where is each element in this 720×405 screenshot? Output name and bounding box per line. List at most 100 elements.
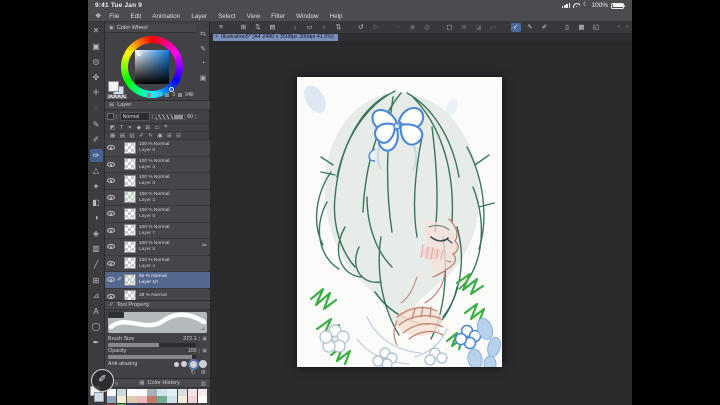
clip-to-layer-icon[interactable]: ◩ xyxy=(110,125,115,131)
swatch[interactable] xyxy=(147,396,157,404)
layer-thumbnail[interactable] xyxy=(124,290,136,300)
swatch[interactable] xyxy=(137,396,147,404)
ruler-tool-icon[interactable]: ⊿ xyxy=(90,289,103,302)
color-wheel-header[interactable]: ◉ Color Wheel xyxy=(105,24,196,33)
layer-row[interactable]: ✐ 60 % Normal Layer 10 xyxy=(105,272,210,289)
swatch[interactable] xyxy=(117,389,127,396)
delete-layer-icon[interactable]: ⊟ xyxy=(176,133,181,139)
lock-transparent-icon[interactable]: ◆ xyxy=(137,125,141,131)
layer-opacity-stepper[interactable]: ▴ ▾ xyxy=(195,114,197,119)
zoom-tool-icon[interactable]: ◎ xyxy=(90,55,103,68)
layer-opacity-slider[interactable] xyxy=(155,113,186,120)
layer-visibility-eye-icon[interactable] xyxy=(107,260,115,266)
layer-row[interactable]: 100 % Normal Layer 3 xyxy=(105,156,210,173)
blend-mode-select[interactable]: Normal xyxy=(119,112,150,121)
layer-row[interactable]: 100 % Normal Layer 9 xyxy=(105,173,210,190)
reference-icon[interactable]: ▣ xyxy=(200,74,207,82)
pencil-tool-icon[interactable]: ✐ xyxy=(90,133,103,146)
menu-layer[interactable]: Layer xyxy=(191,13,207,20)
workspace-icon[interactable]: ◱ xyxy=(591,23,601,32)
canvas-area[interactable] xyxy=(210,41,632,405)
swatch[interactable] xyxy=(127,396,137,404)
swatch[interactable] xyxy=(157,389,167,396)
aa-none-button[interactable] xyxy=(173,361,179,367)
blend-mode-stepper[interactable]: ▴ ▾ xyxy=(152,114,154,119)
text-tool-icon[interactable]: A xyxy=(90,305,103,318)
main-menu-icon[interactable]: ≡ xyxy=(216,23,226,32)
brush-stroke-preview[interactable]: ⊿ xyxy=(108,312,207,333)
layer-thumbnail[interactable] xyxy=(124,224,136,237)
eyedropper-tool-icon[interactable]: ✒ xyxy=(90,336,103,349)
swatch[interactable] xyxy=(187,389,198,396)
swatch[interactable] xyxy=(127,389,137,396)
swatch[interactable] xyxy=(197,389,208,396)
pen-pressure-icon[interactable]: ✎ xyxy=(200,45,206,53)
layer-visibility-eye-icon[interactable] xyxy=(107,211,115,217)
new-folder-icon[interactable]: ▤ xyxy=(120,133,125,139)
menu-edit[interactable]: Edit xyxy=(130,13,141,20)
menu-window[interactable]: Window xyxy=(296,13,318,20)
layer-thumbnail[interactable] xyxy=(124,141,136,154)
layer-panel-header[interactable]: ▤ Layer xyxy=(105,101,210,110)
swatch[interactable] xyxy=(177,396,187,404)
tool-settings-wrench-icon[interactable]: ⚙ xyxy=(201,369,206,376)
opacity-dynamics-icon[interactable]: ▣ xyxy=(202,348,207,354)
frame-tool-icon[interactable]: ⊞ xyxy=(90,274,103,287)
swatch[interactable] xyxy=(177,389,187,396)
menu-select[interactable]: Select xyxy=(218,13,236,20)
brush-size-stepper[interactable]: ▴ ▾ xyxy=(199,336,201,341)
reset-tool-icon[interactable]: ↻ xyxy=(191,369,196,376)
gradient-tool-icon[interactable]: ▥ xyxy=(90,242,103,255)
brush-size-slider[interactable] xyxy=(108,343,196,347)
material-icon[interactable]: ◔ xyxy=(201,60,205,67)
swatch[interactable] xyxy=(107,396,117,404)
blend-tool-icon[interactable]: ◑ xyxy=(90,211,103,224)
device-icon[interactable]: ▯ xyxy=(562,23,572,32)
aa-weak-button[interactable] xyxy=(181,361,187,367)
layer-thumbnail[interactable] xyxy=(124,207,136,220)
layer-visibility-eye-icon[interactable] xyxy=(107,161,115,167)
opacity-slider-bar[interactable] xyxy=(108,355,196,359)
combine-icon[interactable]: ▣ xyxy=(157,133,162,139)
color-settings-icon[interactable]: ⊕ xyxy=(189,91,194,98)
layer-row[interactable]: 100 % Normal Layer 8 xyxy=(105,206,210,223)
merge-down-icon[interactable]: ✐ xyxy=(139,133,144,139)
swatch[interactable] xyxy=(187,396,198,404)
lock-layer-icon[interactable]: ✦ xyxy=(128,125,133,131)
save-icon[interactable]: ↓ xyxy=(290,23,300,32)
layer-row[interactable]: 100 % Normal Layer 7 xyxy=(105,222,210,239)
brush-tool-icon[interactable]: ✑ xyxy=(89,148,103,162)
snap-to-ruler-icon[interactable]: ✓ xyxy=(510,23,521,32)
layer-row[interactable]: 100 % Normal Layer 5 ✂ xyxy=(105,239,210,256)
transparent-chip-panel[interactable] xyxy=(107,94,127,99)
swatch[interactable] xyxy=(197,396,208,404)
layer-row[interactable]: 100 % Normal Layer 6 xyxy=(105,140,210,157)
layer-visibility-eye-icon[interactable] xyxy=(107,145,115,151)
editing-pen-icon[interactable]: ✐ xyxy=(115,276,124,283)
add-icon[interactable]: ⊞ xyxy=(167,133,172,139)
aa-middle-button[interactable] xyxy=(189,360,197,368)
document-tab[interactable]: × Illustration5* (A4 2480 x 3508px 300dp… xyxy=(213,33,338,41)
canvas-stepper-icon[interactable]: ⇅ xyxy=(253,23,263,32)
swatch[interactable] xyxy=(167,389,177,396)
layer-thumbnail[interactable] xyxy=(124,174,136,187)
layer-row[interactable]: 100 % Normal Layer 2 xyxy=(105,189,210,206)
fill-tool-icon[interactable]: ◈ xyxy=(90,227,103,240)
balloon-tool-icon[interactable]: ◯ xyxy=(90,320,103,333)
snap-special-ruler-icon[interactable]: ✎ xyxy=(525,23,535,32)
layer-row[interactable]: 28 % Normal xyxy=(105,288,210,300)
snap-grid-icon[interactable]: ✐ xyxy=(540,23,550,32)
menu-file[interactable]: File xyxy=(109,13,119,20)
palette-icon[interactable]: ▦ xyxy=(577,23,587,32)
new-layer-icon[interactable]: ▦ xyxy=(110,133,115,139)
layer-visibility-eye-icon[interactable] xyxy=(107,277,115,283)
clip-studio-logo-icon[interactable]: ❖ xyxy=(95,12,101,20)
color-history-header[interactable]: ≡ ▦ Color History ▥ xyxy=(105,379,210,388)
swatch[interactable] xyxy=(167,396,177,404)
edit-canvas-icon[interactable]: ▤ xyxy=(268,23,278,32)
sub-color-chip[interactable] xyxy=(94,392,104,402)
selection-tool-icon[interactable]: ◌ xyxy=(90,102,103,115)
crop-canvas-icon[interactable]: ▢ xyxy=(445,23,455,32)
layer-thumbnail[interactable] xyxy=(124,273,136,286)
tool-property-header[interactable]: ✐ Tool Property xyxy=(105,301,210,310)
